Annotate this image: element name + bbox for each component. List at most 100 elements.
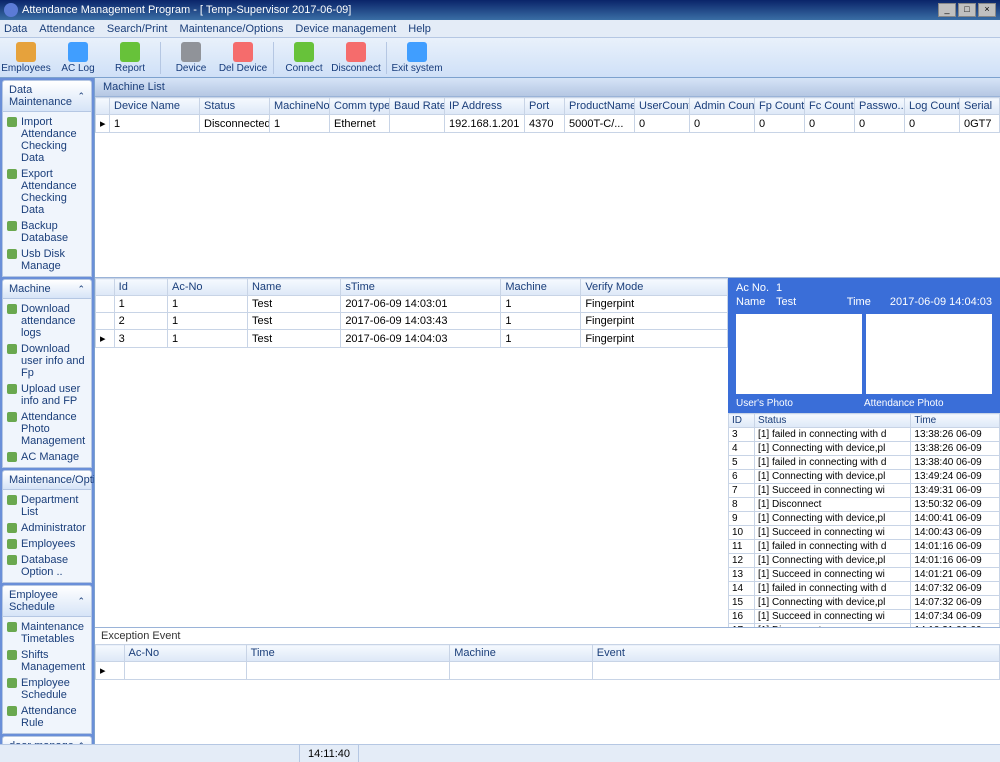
table-row[interactable]: 12[1] Connecting with device,pl14:01:16 … bbox=[729, 554, 1000, 568]
col-ac-no[interactable]: Ac-No bbox=[167, 279, 247, 296]
sidebar-item-attendance-photo-management[interactable]: Attendance Photo Management bbox=[3, 409, 91, 449]
col-status[interactable]: Status bbox=[200, 98, 270, 115]
table-row[interactable]: 14[1] failed in connecting with d14:07:3… bbox=[729, 582, 1000, 596]
col-usercount[interactable]: UserCount bbox=[635, 98, 690, 115]
table-row[interactable]: 3[1] failed in connecting with d13:38:26… bbox=[729, 428, 1000, 442]
exception-grid[interactable]: Ac-NoTimeMachineEvent▸ bbox=[95, 644, 1000, 686]
panel-head-machine[interactable]: Machine⌃ bbox=[2, 279, 92, 299]
sidebar-item-employees[interactable]: Employees bbox=[3, 536, 91, 552]
col-passwo--[interactable]: Passwo.. bbox=[855, 98, 905, 115]
disconnect-button[interactable]: Disconnect bbox=[330, 39, 382, 77]
report-button[interactable]: Report bbox=[104, 39, 156, 77]
col-port[interactable]: Port bbox=[525, 98, 565, 115]
sidebar-item-employee-schedule[interactable]: Employee Schedule bbox=[3, 675, 91, 703]
log-grid[interactable]: IDStatusTime3[1] failed in connecting wi… bbox=[728, 413, 1000, 627]
col-fp-count[interactable]: Fp Count bbox=[755, 98, 805, 115]
maximize-button[interactable]: □ bbox=[958, 3, 976, 17]
minimize-button[interactable]: _ bbox=[938, 3, 956, 17]
col-machine[interactable]: Machine bbox=[501, 279, 581, 296]
col-admin-count[interactable]: Admin Count bbox=[690, 98, 755, 115]
col-status[interactable]: Status bbox=[755, 414, 911, 428]
user-photo-box bbox=[736, 314, 862, 394]
sidebar-item-backup-database[interactable]: Backup Database bbox=[3, 218, 91, 246]
sidebar-item-ac-manage[interactable]: AC Manage bbox=[3, 449, 91, 465]
sidebar-item-export-attendance-checking-data[interactable]: Export Attendance Checking Data bbox=[3, 166, 91, 218]
col-time[interactable]: Time bbox=[911, 414, 1000, 428]
panel-head-data-maintenance[interactable]: Data Maintenance⌃ bbox=[2, 80, 92, 112]
sidebar-item-upload-user-info-and-fp[interactable]: Upload user info and FP bbox=[3, 381, 91, 409]
menu-maintenance-options[interactable]: Maintenance/Options bbox=[179, 23, 283, 35]
menu-device-management[interactable]: Device management bbox=[295, 23, 396, 35]
panel-head-employee-schedule[interactable]: Employee Schedule⌃ bbox=[2, 585, 92, 617]
exit-system-button[interactable]: Exit system bbox=[391, 39, 443, 77]
sidebar-item-import-attendance-checking-data[interactable]: Import Attendance Checking Data bbox=[3, 114, 91, 166]
table-row[interactable]: 15[1] Connecting with device,pl14:07:32 … bbox=[729, 596, 1000, 610]
table-row[interactable]: 8[1] Disconnect13:50:32 06-09 bbox=[729, 498, 1000, 512]
table-row[interactable]: 7[1] Succeed in connecting wi13:49:31 06… bbox=[729, 484, 1000, 498]
close-button[interactable]: × bbox=[978, 3, 996, 17]
sidebar-item-department-list[interactable]: Department List bbox=[3, 492, 91, 520]
menu-search-print[interactable]: Search/Print bbox=[107, 23, 168, 35]
col-fc-count[interactable]: Fc Count bbox=[805, 98, 855, 115]
panel-head-maintenance-options[interactable]: Maintenance/Options⌃ bbox=[2, 470, 92, 490]
col-time[interactable]: Time bbox=[246, 645, 450, 662]
col-log-count[interactable]: Log Count bbox=[905, 98, 960, 115]
table-row[interactable]: 10[1] Succeed in connecting wi14:00:43 0… bbox=[729, 526, 1000, 540]
ac-log-button[interactable]: AC Log bbox=[52, 39, 104, 77]
table-row[interactable]: 11[1] failed in connecting with d14:01:1… bbox=[729, 540, 1000, 554]
collapse-icon: ⌃ bbox=[77, 741, 85, 745]
menubar: Data Attendance Search/Print Maintenance/Op… bbox=[0, 20, 1000, 38]
del-device-icon bbox=[233, 42, 253, 62]
table-row[interactable]: 21Test2017-06-09 14:03:431Fingerpint bbox=[96, 313, 728, 330]
del-device-button[interactable]: Del Device bbox=[217, 39, 269, 77]
sidebar-item-shifts-management[interactable]: Shifts Management bbox=[3, 647, 91, 675]
col-id[interactable]: Id bbox=[114, 279, 167, 296]
panel-head-door-manage[interactable]: door manage⌃ bbox=[2, 736, 92, 744]
col-baud-rate[interactable]: Baud Rate bbox=[390, 98, 445, 115]
device-button[interactable]: Device bbox=[165, 39, 217, 77]
sidebar-item-download-attendance-logs[interactable]: Download attendance logs bbox=[3, 301, 91, 341]
sidebar-item-attendance-rule[interactable]: Attendance Rule bbox=[3, 703, 91, 731]
table-row[interactable]: ▸ bbox=[96, 662, 1000, 680]
col-ip-address[interactable]: IP Address bbox=[445, 98, 525, 115]
menu-data[interactable]: Data bbox=[4, 23, 27, 35]
col-event[interactable]: Event bbox=[592, 645, 999, 662]
table-row[interactable]: 5[1] failed in connecting with d13:38:40… bbox=[729, 456, 1000, 470]
menu-attendance[interactable]: Attendance bbox=[39, 23, 95, 35]
table-row[interactable]: 13[1] Succeed in connecting wi14:01:21 0… bbox=[729, 568, 1000, 582]
status-time: 14:11:40 bbox=[300, 745, 359, 762]
device-grid[interactable]: Device NameStatusMachineNo.Comm typeBaud… bbox=[95, 97, 1000, 277]
table-row[interactable]: ▸31Test2017-06-09 14:04:031Fingerpint bbox=[96, 330, 728, 348]
employees-button[interactable]: Employees bbox=[0, 39, 52, 77]
table-row[interactable]: 11Test2017-06-09 14:03:011Fingerpint bbox=[96, 296, 728, 313]
col-name[interactable]: Name bbox=[247, 279, 340, 296]
col-machineno-[interactable]: MachineNo. bbox=[270, 98, 330, 115]
col-device-name[interactable]: Device Name bbox=[110, 98, 200, 115]
col-serial[interactable]: Serial bbox=[960, 98, 1000, 115]
attendance-grid[interactable]: IdAc-NoNamesTimeMachineVerify Mode11Test… bbox=[95, 278, 728, 627]
user-photo-label: User's Photo bbox=[736, 398, 864, 409]
table-row[interactable]: 6[1] Connecting with device,pl13:49:24 0… bbox=[729, 470, 1000, 484]
col-productname[interactable]: ProductName bbox=[565, 98, 635, 115]
collapse-icon: ⌃ bbox=[77, 596, 85, 607]
table-row[interactable]: 4[1] Connecting with device,pl13:38:26 0… bbox=[729, 442, 1000, 456]
table-row[interactable]: ▸1Disconnected1Ethernet192.168.1.2014370… bbox=[96, 115, 1000, 133]
connect-button[interactable]: Connect bbox=[278, 39, 330, 77]
sidebar-item-maintenance-timetables[interactable]: Maintenance Timetables bbox=[3, 619, 91, 647]
col-id[interactable]: ID bbox=[729, 414, 755, 428]
sidebar-item-download-user-info-and-fp[interactable]: Download user info and Fp bbox=[3, 341, 91, 381]
sidebar-item-database-option---[interactable]: Database Option .. bbox=[3, 552, 91, 580]
machine-list-header: Machine List bbox=[95, 78, 1000, 97]
sidebar-item-usb-disk-manage[interactable]: Usb Disk Manage bbox=[3, 246, 91, 274]
table-row[interactable]: 16[1] Succeed in connecting wi14:07:34 0… bbox=[729, 610, 1000, 624]
col-ac-no[interactable]: Ac-No bbox=[124, 645, 246, 662]
col-verify-mode[interactable]: Verify Mode bbox=[581, 279, 728, 296]
table-row[interactable]: 9[1] Connecting with device,pl14:00:41 0… bbox=[729, 512, 1000, 526]
acno-label: Ac No. bbox=[736, 282, 776, 294]
col-comm-type[interactable]: Comm type bbox=[330, 98, 390, 115]
sidebar-item-administrator[interactable]: Administrator bbox=[3, 520, 91, 536]
menu-help[interactable]: Help bbox=[408, 23, 431, 35]
col-stime[interactable]: sTime bbox=[341, 279, 501, 296]
exit-system-icon bbox=[407, 42, 427, 62]
col-machine[interactable]: Machine bbox=[450, 645, 593, 662]
